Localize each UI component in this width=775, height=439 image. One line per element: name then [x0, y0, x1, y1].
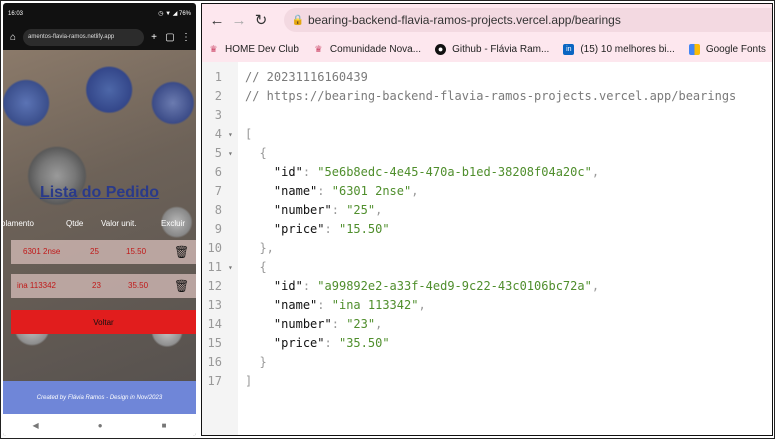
line-number: 14	[207, 317, 222, 331]
line-number: 8	[214, 203, 222, 217]
fold-toggle-icon[interactable]: ▾	[228, 125, 233, 144]
table-row: ina 113342 23 35.50 🗑	[11, 274, 196, 298]
bookmarks-bar: ♛ HOME Dev Club ♛ Comunidade Nova... ● G…	[202, 36, 772, 62]
table-row: 6301 2nse 25 15.50 🗑	[11, 240, 196, 264]
col-qtde: Qtde	[66, 219, 84, 228]
json-line: "price": "35.50"	[273, 336, 390, 350]
bookmark-icon: ♛	[209, 43, 218, 54]
bookmark-google-fonts[interactable]: Google Fonts	[688, 43, 766, 55]
line-number: 1	[214, 70, 222, 84]
line-number: 17	[207, 374, 222, 388]
trash-icon[interactable]: 🗑	[174, 245, 189, 259]
line-number: 6	[214, 165, 222, 179]
row-name: ina 113342	[17, 281, 56, 290]
row-qty: 25	[90, 247, 99, 256]
line-number: 16	[207, 355, 222, 369]
voltar-button[interactable]: Voltar	[11, 310, 196, 334]
phone-status-bar: 16:03 ◷ ▼ ◢ 76%	[3, 3, 196, 24]
line-number: 7	[214, 184, 222, 198]
browser-toolbar: ← → ↻ 🔒 bearing-backend-flavia-ramos-pro…	[202, 4, 772, 36]
address-url: bearing-backend-flavia-ramos-projects.ve…	[308, 13, 621, 27]
more-menu-icon[interactable]: ⋮	[180, 32, 192, 43]
row-qty: 23	[92, 281, 101, 290]
line-number: 9	[214, 222, 222, 236]
screenshot-frame: 16:03 ◷ ▼ ◢ 76% ⌂ amentos-flavia-ramos.n…	[0, 0, 775, 439]
line-number: 13	[207, 298, 222, 312]
row-name: 6301 2nse	[23, 247, 61, 256]
line-number: 3	[214, 108, 222, 122]
row-price: 35.50	[128, 281, 149, 290]
line-number: 12	[207, 279, 222, 293]
col-valor-unit: Valor unit.	[101, 219, 137, 228]
android-nav-bar: ◀ ● ■	[3, 414, 196, 436]
line-number: 5	[214, 146, 222, 160]
json-array-open: [	[245, 127, 253, 141]
line-number: 2	[214, 89, 222, 103]
json-line: "price": "15.50"	[273, 222, 390, 236]
json-viewer: 1 2 3 4 5 6 7 8 9 10 11 12 13 14 15 16 1…	[202, 62, 772, 435]
address-bar[interactable]: 🔒 bearing-backend-flavia-ramos-projects.…	[284, 8, 772, 32]
table-header: olamento Qtde Valor unit. Excluir	[3, 219, 196, 231]
json-line: "name": "6301 2nse",	[273, 184, 419, 198]
page-title: Lista do Pedido	[39, 184, 160, 201]
bookmark-comunidade-nova[interactable]: ♛ Comunidade Nova...	[313, 44, 421, 55]
line-number: 11	[207, 260, 222, 274]
new-tab-icon[interactable]: +	[148, 32, 160, 43]
line-number: 10	[207, 241, 222, 255]
status-icons: ◷ ▼ ◢ 76%	[158, 11, 191, 17]
row-price: 15.50	[126, 247, 147, 256]
json-object-close: },	[245, 241, 274, 255]
linkedin-icon: in	[563, 43, 575, 55]
col-rolamento: olamento	[3, 219, 34, 228]
json-object-open: {	[245, 260, 267, 274]
tabs-icon[interactable]: ▢	[164, 32, 176, 43]
json-line: "name": "ina 113342",	[273, 298, 426, 312]
fold-toggle-icon[interactable]: ▾	[228, 258, 233, 277]
bookmark-home-dev-club[interactable]: ♛ HOME Dev Club	[208, 43, 298, 55]
google-fonts-icon	[688, 43, 700, 55]
json-line: "id": "5e6b8edc-4e45-470a-b1ed-38208f04a…	[273, 165, 600, 179]
json-object-open: {	[245, 146, 267, 160]
json-line: "number": "23",	[273, 317, 383, 331]
json-array-close: ]	[245, 374, 253, 388]
lock-icon[interactable]: 🔒	[288, 15, 308, 26]
footer: Created by Flávia Ramos - Design in Nov/…	[3, 381, 196, 414]
status-time: 16:03	[8, 10, 24, 17]
json-line: "number": "25",	[273, 203, 383, 217]
bookmark-linkedin[interactable]: in (15) 10 melhores bi...	[563, 43, 675, 55]
github-icon: ●	[435, 43, 447, 55]
line-number: 15	[207, 336, 222, 350]
mobile-url-field[interactable]: amentos-flavia-ramos.netlify.app	[23, 28, 144, 46]
json-line: "id": "a99892e2-a33f-4ed9-9c22-43c0106bc…	[273, 279, 600, 293]
back-arrow-icon[interactable]: ←	[206, 12, 228, 29]
reload-icon[interactable]: ↻	[250, 11, 272, 29]
forward-arrow-icon[interactable]: →	[228, 12, 250, 29]
trash-icon[interactable]: 🗑	[174, 279, 189, 293]
phone-window: 16:03 ◷ ▼ ◢ 76% ⌂ amentos-flavia-ramos.n…	[3, 3, 196, 436]
bookmark-icon: ♛	[314, 43, 323, 54]
col-excluir: Excluir	[161, 219, 186, 228]
recents-icon[interactable]: ■	[162, 421, 167, 430]
back-icon[interactable]: ◀	[33, 421, 39, 430]
mobile-address-bar: ⌂ amentos-flavia-ramos.netlify.app + ▢ ⋮	[3, 24, 196, 50]
bookmark-github[interactable]: ● Github - Flávia Ram...	[435, 43, 549, 55]
browser-window: ← → ↻ 🔒 bearing-backend-flavia-ramos-pro…	[201, 3, 773, 436]
home-circle-icon[interactable]: ●	[98, 421, 103, 430]
json-comment-url: // https://bearing-backend-flavia-ramos-…	[245, 89, 737, 103]
json-comment-timestamp: // 20231116160439	[245, 70, 368, 84]
line-number: 4	[214, 127, 222, 141]
app-screen: Lista do Pedido olamento Qtde Valor unit…	[3, 50, 196, 381]
json-object-close: }	[245, 355, 267, 369]
fold-toggle-icon[interactable]: ▾	[228, 144, 233, 163]
home-icon[interactable]: ⌂	[7, 32, 19, 43]
